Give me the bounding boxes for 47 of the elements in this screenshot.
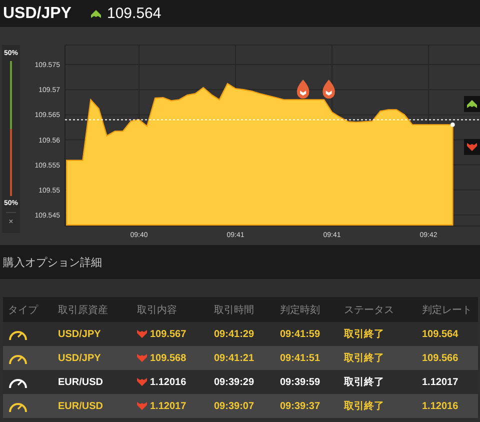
close-button[interactable]: × — [8, 217, 14, 227]
table-cell: 109.568 — [150, 352, 186, 364]
trade-marker-icon — [296, 80, 310, 99]
table-cell-text: 取引終了 — [344, 400, 385, 413]
down-chevron-icon — [137, 330, 147, 338]
table-cell-text: 1.12016 — [422, 400, 460, 412]
column-header: 判定時刻 — [280, 304, 321, 316]
down-chevron-icon — [467, 143, 477, 151]
table-cell: 1.12016 — [150, 376, 186, 388]
column-header: 取引原資産 — [58, 304, 109, 316]
table-cell-text: EUR/USD — [58, 376, 104, 388]
down-chevron-icon — [137, 402, 147, 410]
up-chevron-icon — [91, 10, 101, 18]
table-cell-text: 09:41:51 — [280, 352, 322, 364]
column-header: 判定レート — [422, 304, 473, 316]
table-cell-text: 1.12017 — [422, 376, 460, 388]
table-cell-text: USD/JPY — [58, 328, 102, 340]
up-chevron-icon — [467, 100, 477, 108]
table-cell-text: 取引終了 — [344, 328, 385, 341]
table-cell-text: 09:39:07 — [214, 400, 256, 412]
table-cell: 109.567 — [150, 328, 186, 340]
column-header: 取引内容 — [137, 304, 178, 316]
down-button[interactable] — [464, 139, 480, 155]
column-header: タイプ — [8, 304, 40, 316]
table-cell-text: 109.564 — [422, 328, 460, 340]
symbol-title: USD/JPY — [3, 4, 72, 22]
table-cell-text: 09:39:29 — [214, 376, 256, 388]
table-cell-text: 09:41:21 — [214, 352, 256, 364]
up-button[interactable] — [464, 96, 480, 112]
table-cell-text: 取引終了 — [344, 376, 385, 389]
table-cell-text: 取引終了 — [344, 352, 385, 365]
table-cell-text: 09:39:37 — [280, 400, 322, 412]
table-cell: 1.12017 — [150, 400, 186, 412]
last-point-dot — [450, 122, 455, 127]
column-header: 取引時間 — [214, 304, 255, 316]
table-cell-text: 09:41:59 — [280, 328, 322, 340]
trade-marker-icon — [322, 80, 335, 99]
column-header: ステータス — [344, 304, 395, 316]
current-rate: 109.564 — [107, 5, 162, 22]
down-chevron-icon — [137, 378, 147, 386]
table-cell-text: EUR/USD — [58, 400, 104, 412]
section-title: 購入オプション詳細 — [3, 256, 102, 270]
table-cell-text: 09:41:29 — [214, 328, 256, 340]
table-cell-text: 09:39:59 — [280, 376, 322, 388]
down-chevron-icon — [137, 354, 147, 362]
table-cell-text: USD/JPY — [58, 352, 102, 364]
table-cell-text: 109.566 — [422, 352, 460, 364]
